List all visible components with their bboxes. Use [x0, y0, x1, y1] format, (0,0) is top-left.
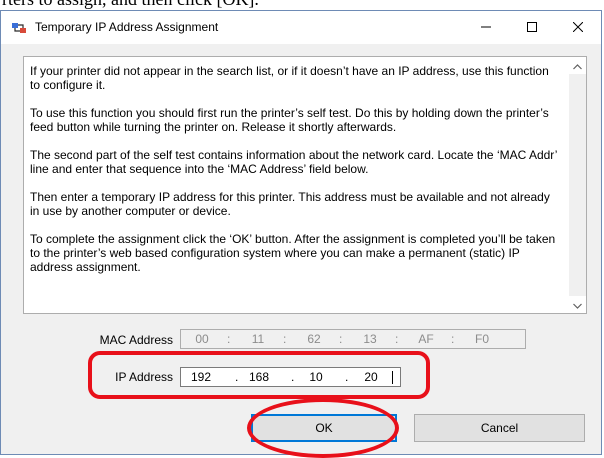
mac-segment[interactable]: 11 — [243, 332, 273, 346]
title-bar[interactable]: Temporary IP Address Assignment — [1, 11, 601, 44]
close-button[interactable] — [555, 11, 601, 44]
ip-octet[interactable]: 168 — [241, 370, 277, 384]
mac-segment[interactable]: 00 — [187, 332, 217, 346]
window-title: Temporary IP Address Assignment — [35, 20, 219, 34]
instruction-paragraph: The second part of the self test contain… — [30, 148, 557, 176]
ok-button[interactable]: OK — [251, 414, 397, 442]
mac-separator: : — [283, 332, 287, 346]
instruction-paragraph: To use this function you should first ru… — [30, 106, 549, 134]
maximize-icon — [527, 19, 537, 37]
chevron-down-icon — [573, 296, 582, 314]
instruction-paragraph: To complete the assignment click the ‘OK… — [30, 232, 556, 274]
mac-segment[interactable]: 13 — [355, 332, 385, 346]
ip-octet[interactable]: 20 — [353, 370, 389, 384]
ip-separator: . — [345, 370, 349, 384]
ip-separator: . — [291, 370, 295, 384]
mac-address-label: MAC Address — [99, 333, 173, 347]
mac-segment[interactable]: F0 — [467, 332, 497, 346]
instructions-text: If your printer did not appear in the se… — [30, 64, 562, 288]
mac-separator: : — [451, 332, 455, 346]
ip-octet[interactable]: 10 — [298, 370, 334, 384]
ip-octet[interactable]: 192 — [183, 370, 219, 384]
mac-separator: : — [395, 332, 399, 346]
instruction-paragraph: If your printer did not appear in the se… — [30, 64, 549, 92]
dialog-window: Temporary IP Address Assignment If your … — [0, 10, 602, 458]
scrollbar-track[interactable] — [569, 74, 586, 296]
document-text-fragment: rters to assign, and then click [OK]. — [0, 0, 604, 10]
chevron-up-icon — [573, 57, 582, 75]
ip-separator: . — [235, 370, 239, 384]
document-instruction-text: rters to assign, and then click [OK]. — [2, 0, 259, 10]
close-icon — [572, 19, 584, 37]
instructions-textbox[interactable]: If your printer did not appear in the se… — [23, 56, 587, 314]
instruction-paragraph: Then enter a temporary IP address for th… — [30, 190, 550, 218]
text-caret — [392, 371, 393, 384]
mac-address-field[interactable]: 00 : 11 : 62 : 13 : AF : F0 — [180, 329, 526, 349]
network-printer-icon — [11, 20, 27, 36]
mac-separator: : — [227, 332, 231, 346]
minimize-icon — [481, 19, 491, 37]
scroll-down-button[interactable] — [569, 296, 586, 313]
mac-segment[interactable]: AF — [411, 332, 441, 346]
ip-address-label: IP Address — [115, 370, 173, 384]
mac-segment[interactable]: 62 — [299, 332, 329, 346]
mac-separator: : — [339, 332, 343, 346]
ip-address-field[interactable]: 192 . 168 . 10 . 20 — [180, 367, 401, 387]
vertical-scrollbar[interactable] — [569, 57, 586, 313]
scroll-up-button[interactable] — [569, 57, 586, 74]
maximize-button[interactable] — [509, 11, 555, 44]
minimize-button[interactable] — [463, 11, 509, 44]
cancel-button[interactable]: Cancel — [414, 414, 585, 442]
